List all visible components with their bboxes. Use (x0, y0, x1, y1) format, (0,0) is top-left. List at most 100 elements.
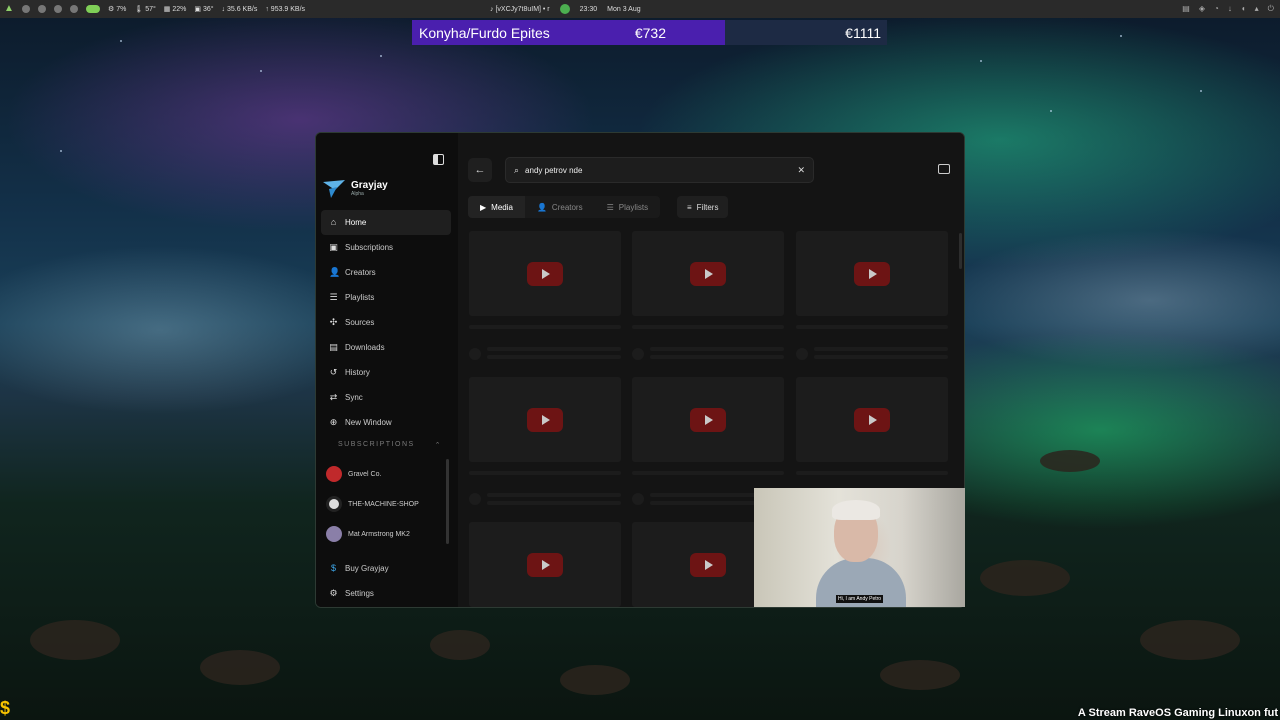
playlists-icon: ☰ (606, 202, 614, 212)
avatar (326, 466, 342, 482)
search-input[interactable] (525, 165, 792, 175)
tray-folder-icon[interactable]: ▤ (1182, 4, 1190, 14)
tab-label: Creators (551, 202, 583, 212)
play-icon (690, 261, 726, 286)
subscription-item[interactable]: THE-MACHINE-SHOP (326, 489, 446, 519)
nav-item-subscriptions[interactable]: ▣ Subscriptions (321, 235, 451, 260)
tray-network-icon[interactable]: ▴ (1255, 4, 1259, 14)
close-icon[interactable]: ✕ (797, 165, 805, 176)
system-top-bar: ▲ ⚙ 7% 🌡 57° ▦ 22% ▣ 36° ↓ 35.6 KB/s ↑ 9… (0, 0, 1280, 18)
workspace-dot-icon[interactable] (38, 5, 46, 13)
nav-item-playlists[interactable]: ☰ Playlists (321, 285, 451, 310)
nav-item-history[interactable]: ↺ History (321, 360, 451, 385)
avatar-placeholder (632, 348, 644, 360)
text-placeholder (650, 355, 784, 359)
nav-item-home[interactable]: ⌂ Home (321, 210, 451, 235)
subscription-item[interactable]: Gravel Co. (326, 459, 446, 489)
tab-label: Media (491, 202, 513, 212)
chevron-up-icon[interactable]: ⌃ (435, 441, 442, 449)
downloads-icon: ▤ (329, 342, 338, 352)
tray-power-icon[interactable]: ⏻ (1268, 4, 1274, 14)
presenter-hair (832, 500, 880, 520)
nav-item-sources[interactable]: ✣ Sources (321, 310, 451, 335)
dollar-logo-icon: $ (0, 698, 11, 718)
subscription-item[interactable]: Mat Armstrong MK2 (326, 519, 446, 549)
play-icon (854, 261, 890, 286)
nav-item-settings[interactable]: ⚙ Settings (321, 581, 451, 606)
ticker-goal: €1111 (725, 20, 887, 45)
thumbnail-placeholder (632, 377, 784, 462)
nav-label: Sync (345, 393, 363, 402)
workspace-active-indicator[interactable] (86, 5, 100, 13)
thumbnail-placeholder (796, 377, 948, 462)
home-icon: ⌂ (330, 217, 337, 227)
nav-item-downloads[interactable]: ▤ Downloads (321, 335, 451, 360)
text-placeholder (487, 501, 621, 505)
thumbnail-placeholder (796, 231, 948, 316)
workspace-dot-icon[interactable] (22, 5, 30, 13)
avatar-placeholder (469, 493, 481, 505)
nav-label: Sources (345, 318, 375, 327)
sync-icon: ⇄ (329, 392, 338, 402)
text-placeholder (814, 347, 948, 351)
sidebar-toggle-icon[interactable] (433, 154, 444, 165)
nav-label: New Window (345, 418, 392, 427)
workspace-dot-icon[interactable] (54, 5, 62, 13)
webcam-caption: Hi, I am Andy Petro (836, 595, 884, 603)
subscriptions-header[interactable]: SUBSCRIPTIONS ⌃ (338, 441, 442, 449)
sidebar: Grayjay Alpha ⌂ Home ▣ Subscriptions 👤 C… (316, 133, 458, 607)
nav-item-buy-grayjay[interactable]: $ Buy Grayjay (321, 556, 451, 581)
result-card-placeholder[interactable] (469, 522, 621, 607)
thumbnail-placeholder (632, 231, 784, 316)
tab-media[interactable]: ▶ Media (468, 196, 525, 218)
results-scrollbar[interactable] (959, 233, 962, 269)
result-card-placeholder[interactable] (796, 377, 948, 462)
text-placeholder (487, 355, 621, 359)
date[interactable]: Mon 3 Aug (607, 6, 640, 13)
cpu-usage: ⚙ 7% (108, 6, 127, 13)
result-card-placeholder[interactable] (632, 377, 784, 462)
history-icon: ↺ (329, 367, 338, 377)
thumbnail-placeholder (469, 231, 621, 316)
media-player[interactable]: ♪ [vXCJy7t8uIM] • r (490, 6, 550, 13)
nav-item-sync[interactable]: ⇄ Sync (321, 385, 451, 410)
tray-volume-icon[interactable]: ◖ (1241, 4, 1246, 14)
tray-download-icon[interactable]: ↓ (1228, 4, 1232, 14)
text-placeholder (487, 347, 621, 351)
clock[interactable]: 23:30 (580, 6, 598, 13)
nav-item-creators[interactable]: 👤 Creators (321, 260, 451, 285)
net-up: ↑ 953.9 KB/s (265, 5, 306, 13)
result-card-placeholder[interactable] (632, 231, 784, 316)
tab-creators[interactable]: 👤 Creators (524, 196, 595, 218)
subscription-name: THE-MACHINE-SHOP (348, 500, 419, 508)
nav-label: Playlists (345, 293, 375, 302)
tray-shield-icon[interactable]: ◈ (1199, 4, 1205, 14)
cast-icon[interactable] (938, 164, 950, 174)
cpu-temp: 🌡 57° (134, 6, 156, 13)
dollar-icon: $ (330, 563, 336, 573)
result-card-placeholder[interactable] (469, 377, 621, 462)
result-card-placeholder[interactable] (796, 231, 948, 316)
memory-usage: ▦ 22% (163, 6, 187, 13)
text-placeholder (650, 347, 784, 351)
filters-button[interactable]: ≡ Filters (677, 196, 729, 218)
net-down: ↓ 35.6 KB/s (221, 5, 258, 13)
ticker-progress: Konyha/Furdo Epites €732 (412, 20, 725, 45)
workspace-dot-icon[interactable] (70, 5, 78, 13)
tray-bell-icon[interactable]: ◔ (1214, 4, 1219, 14)
brand[interactable]: Grayjay Alpha (323, 180, 388, 198)
donation-ticker: Konyha/Furdo Epites €732 €1111 (412, 20, 887, 45)
play-icon (690, 552, 726, 577)
sidebar-scrollbar[interactable] (446, 459, 449, 544)
nav-label: History (345, 368, 370, 377)
result-card-placeholder[interactable] (469, 231, 621, 316)
tab-playlists[interactable]: ☰ Playlists (594, 196, 661, 218)
back-button[interactable]: ← (468, 158, 492, 182)
brand-subtitle: Alpha (351, 191, 364, 197)
search-bar[interactable]: ⌕ ✕ (505, 157, 814, 183)
avatar (326, 496, 342, 512)
media-play-icon[interactable] (559, 4, 570, 14)
nav-item-new-window[interactable]: ⊕ New Window (321, 410, 451, 435)
distro-logo-icon[interactable]: ▲ (4, 4, 14, 14)
text-placeholder (469, 471, 621, 475)
